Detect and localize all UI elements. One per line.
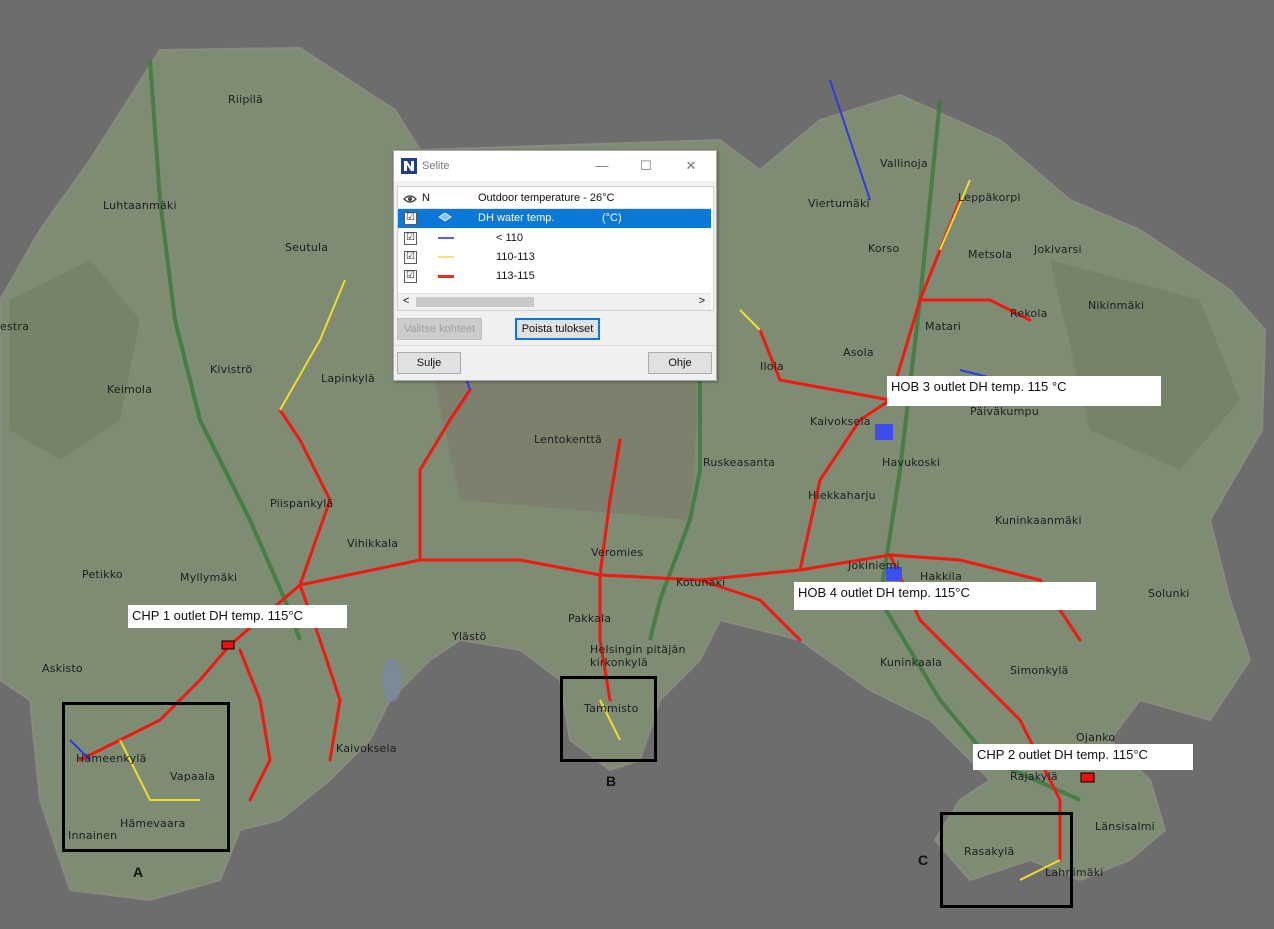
app-logo-icon [401,158,417,174]
legend-row-label: 113-115 [496,270,535,282]
hob4-callout: HOB 4 outlet DH temp. 115°C [794,582,1096,610]
place-name: Rekola [1010,307,1048,320]
place-name: Hiekkaharju [808,489,876,502]
place-name: Jokiniemi [848,559,900,572]
horizontal-scrollbar[interactable]: < > [398,293,711,310]
row-checkbox[interactable]: ☑ [404,212,417,225]
place-name: Rajakylä [1010,770,1058,783]
place-name: Kaivoksela [810,415,871,428]
chp2-plant [1080,772,1095,783]
layer-icon [438,212,452,222]
eye-icon[interactable] [403,194,417,204]
place-name: Lapinkylä [321,372,375,385]
zone-label-a: A [133,864,144,880]
chp1-callout: CHP 1 outlet DH temp. 115°C [128,605,347,628]
row-checkbox[interactable]: ☑ [404,270,417,283]
place-name: Länsisalmi [1095,820,1155,833]
color-swatch [438,237,454,239]
place-name: Asola [843,346,874,359]
dialog-separator [394,345,716,346]
place-name: Leppäkorpi [958,191,1021,204]
legend-row-110-113[interactable]: ☑ 110-113 [398,248,711,267]
minimize-button[interactable]: — [591,156,613,176]
place-name: Vallinoja [880,157,928,170]
place-name: Simonkylä [1010,664,1069,677]
close-button[interactable]: Sulje [397,352,461,374]
dialog-titlebar[interactable]: Selite — ☐ ✕ [394,151,716,181]
place-name: Päiväkumpu [970,405,1039,418]
legend-row-label: < 110 [496,232,524,244]
name-column-header[interactable]: N [422,192,430,204]
chp2-callout: CHP 2 outlet DH temp. 115°C [973,744,1193,770]
place-name: Metsola [968,248,1013,261]
color-swatch [438,275,454,278]
place-name: estra [0,320,30,333]
legend-list[interactable]: N Outdoor temperature - 26°C ☑ DH water … [397,186,714,311]
legend-row-113-115[interactable]: ☑ 113-115 [398,267,711,286]
place-name: Ruskeasanta [703,456,776,469]
place-name: Kaivoksela [336,742,397,755]
legend-row-below-110[interactable]: ☑ < 110 [398,229,711,248]
place-name: Kotunaki [676,576,726,589]
hob3-plant [875,424,893,440]
place-name: Askisto [42,662,83,675]
place-name: Vihikkala [347,537,399,550]
place-name: Nikinmäki [1088,299,1145,312]
place-name: Helsingin pitäjän kirkonkylä [590,643,686,669]
scrollbar-thumb[interactable] [416,297,534,307]
chp1-plant [221,640,235,650]
remove-results-button[interactable]: Poista tulokset [515,318,600,340]
place-name: Matari [925,320,962,333]
place-name: Veromies [591,546,644,559]
place-name: Kuninkaanmäki [995,514,1082,527]
place-name: Jokivarsi [1034,243,1082,256]
place-name: Havukoski [882,456,941,469]
zone-box-b [560,676,657,762]
place-name: Pakkala [568,612,612,625]
place-name: Seutula [285,241,329,254]
legend-caption: Outdoor temperature - 26°C [478,192,615,204]
place-name: Piispankylä [270,497,334,510]
place-name: Kuninkaala [880,656,943,669]
legend-header-row: N Outdoor temperature - 26°C [398,189,711,209]
close-window-button[interactable]: ✕ [680,156,702,176]
place-name: Ylästö [452,630,487,643]
hob3-callout: HOB 3 outlet DH temp. 115 °C [887,376,1161,406]
color-swatch [438,256,454,258]
dialog-title: Selite [422,160,450,172]
zone-box-c [940,812,1073,908]
legend-dialog[interactable]: Selite — ☐ ✕ N Outdoor temperature - 26°… [393,150,717,381]
place-name: Solunki [1148,587,1190,600]
place-name: Ilola [760,360,784,373]
help-button[interactable]: Ohje [648,352,712,374]
row-checkbox[interactable]: ☑ [404,232,417,245]
place-name: Kiviströ [210,363,253,376]
place-name: Lentokenttä [534,433,603,446]
place-name: Myllymäki [180,571,238,584]
zone-label-b: B [606,773,617,789]
zone-label-c: C [918,852,929,868]
place-name: Petikko [82,568,123,581]
zone-box-a [62,702,230,852]
legend-row-label: DH water temp. [478,212,555,224]
maximize-button[interactable]: ☐ [635,156,657,176]
legend-row-unit: (°C) [602,212,622,224]
scroll-right-arrow[interactable]: > [699,295,705,307]
place-name: Viertumäki [808,197,870,210]
place-name: Luhtaanmäki [103,199,177,212]
select-objects-button[interactable]: Valitse kohteet [397,318,482,340]
legend-row-dh-water-temp[interactable]: ☑ DH water temp. (°C) [398,209,711,228]
place-name: Keimola [107,383,153,396]
place-name: Korso [868,242,900,255]
legend-row-label: 110-113 [496,251,535,263]
place-name: Riipilä [228,93,263,106]
place-name: Ojanko [1076,731,1116,744]
scroll-left-arrow[interactable]: < [403,295,409,307]
row-checkbox[interactable]: ☑ [404,251,417,264]
